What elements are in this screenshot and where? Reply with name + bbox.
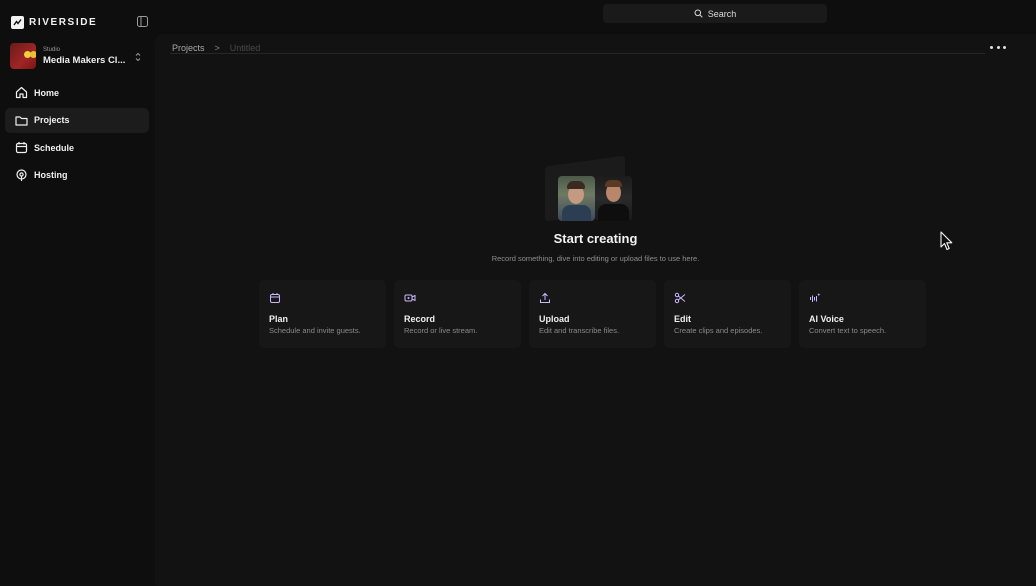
video-camera-icon (404, 291, 416, 303)
card-title: AI Voice (809, 314, 844, 324)
card-title: Record (404, 314, 436, 324)
studio-name: Media Makers Cl... (43, 54, 126, 66)
chevron-right-icon: > (214, 43, 220, 53)
search-label: Search (707, 8, 737, 19)
sidebar-item-projects[interactable]: Projects (5, 107, 149, 133)
sidebar-item-label: Hosting (34, 170, 68, 180)
edit-card[interactable]: Edit Create clips and episodes. (664, 280, 791, 348)
empty-state-subtitle: Record something, dive into editing or u… (491, 254, 700, 263)
ai-voice-card[interactable]: AI Voice Convert text to speech. (799, 280, 926, 348)
riverside-logo-icon (11, 16, 24, 29)
breadcrumb: Projects > Untitled (172, 43, 260, 53)
more-options-icon[interactable] (990, 42, 1006, 52)
upload-icon (539, 291, 551, 303)
card-description: Convert text to speech. (809, 326, 887, 335)
sidebar: RIVERSIDE Studio Media Makers Cl... Home (0, 0, 155, 586)
scissors-icon (674, 291, 686, 304)
chevron-up-down-icon (134, 50, 142, 62)
main-panel: Projects > Untitled Start creating Recor… (155, 34, 1036, 586)
search-icon (694, 5, 703, 23)
sidebar-item-schedule[interactable]: Schedule (5, 135, 149, 160)
brand-name: RIVERSIDE (29, 17, 98, 28)
calendar-icon (269, 291, 281, 303)
breadcrumb-projects-link[interactable]: Projects (172, 43, 205, 53)
card-description: Edit and transcribe files. (539, 326, 620, 335)
card-description: Schedule and invite guests. (269, 326, 361, 335)
sidebar-nav: Home Projects Schedule Hosting (5, 80, 149, 190)
sidebar-item-label: Schedule (34, 142, 75, 153)
card-title: Plan (269, 314, 289, 324)
card-title: Upload (539, 314, 570, 324)
sidebar-item-label: Projects (34, 115, 70, 125)
card-title: Edit (674, 314, 691, 324)
studio-switcher[interactable]: Studio Media Makers Cl... (10, 42, 148, 70)
sidebar-item-hosting[interactable]: Hosting (5, 163, 149, 188)
empty-state-title: Start creating (553, 231, 638, 246)
home-icon (14, 86, 28, 100)
calendar-icon (14, 141, 28, 155)
upload-card[interactable]: Upload Edit and transcribe files. (529, 280, 656, 348)
ai-voice-icon (809, 291, 821, 303)
record-card[interactable]: Record Record or live stream. (394, 280, 521, 348)
empty-state-illustration (545, 155, 635, 227)
plan-card[interactable]: Plan Schedule and invite guests. (259, 280, 386, 348)
sidebar-item-label: Home (34, 87, 60, 98)
search-input[interactable]: Search (603, 4, 827, 23)
sidebar-toggle-icon[interactable] (136, 15, 149, 28)
sidebar-item-home[interactable]: Home (5, 80, 149, 105)
folder-icon (14, 113, 28, 127)
podcast-icon (14, 168, 28, 182)
studio-caption: Studio (43, 46, 61, 53)
card-description: Create clips and episodes. (674, 326, 763, 335)
header-divider (170, 53, 985, 54)
logo[interactable]: RIVERSIDE (11, 14, 149, 31)
studio-avatar (10, 43, 36, 69)
card-description: Record or live stream. (404, 326, 478, 335)
mouse-cursor-icon (940, 231, 954, 251)
project-title-input[interactable]: Untitled (230, 43, 261, 53)
